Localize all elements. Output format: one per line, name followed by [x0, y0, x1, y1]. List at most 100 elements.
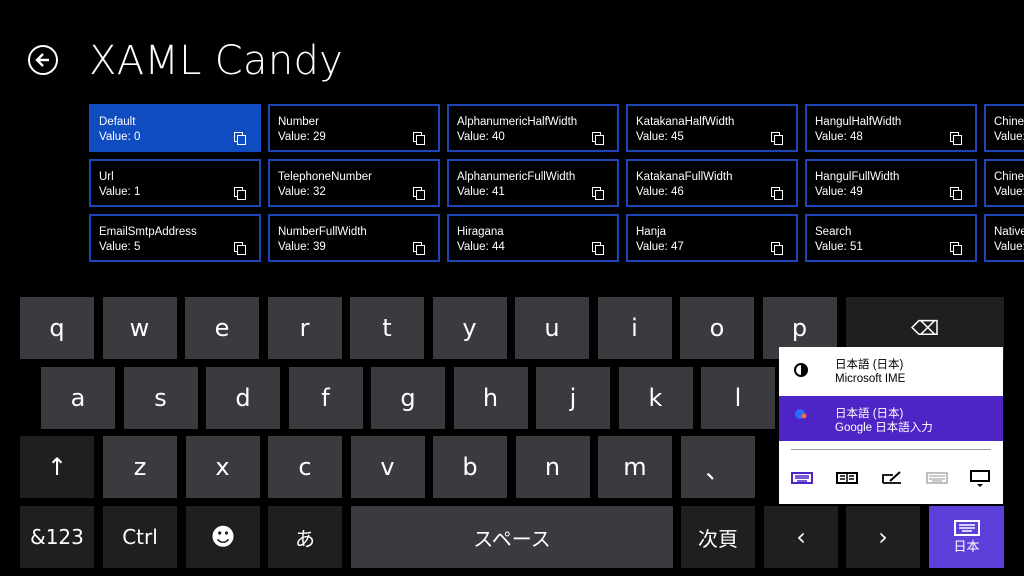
- ctrl-key[interactable]: Ctrl: [103, 506, 177, 568]
- key-j[interactable]: j: [536, 367, 610, 429]
- key-k[interactable]: k: [618, 367, 693, 429]
- input-scope-tile[interactable]: KatakanaFullWidth Value: 46: [626, 159, 798, 207]
- tile-name: Chines: [994, 116, 1024, 128]
- input-scope-tile[interactable]: Default Value: 0: [89, 104, 261, 152]
- input-scope-tile[interactable]: EmailSmtpAddress Value: 5: [89, 214, 261, 262]
- input-scope-tile[interactable]: Hiragana Value: 44: [447, 214, 619, 262]
- tile-name: KatakanaFullWidth: [636, 171, 733, 183]
- space-key[interactable]: スペース: [351, 506, 673, 568]
- key-v[interactable]: v: [350, 436, 425, 498]
- ime-item-google[interactable]: 日本語 (日本) Google 日本語入力: [779, 396, 1003, 441]
- key-l[interactable]: l: [701, 367, 775, 429]
- tile-name: Hiragana: [457, 226, 504, 238]
- input-scope-tile[interactable]: Search Value: 51: [805, 214, 977, 262]
- key-e[interactable]: e: [185, 297, 259, 359]
- tile-value: Value:: [994, 241, 1024, 253]
- input-scope-tile[interactable]: Native Value:: [984, 214, 1024, 262]
- input-scope-tile[interactable]: Chines Value:: [984, 104, 1024, 152]
- copy-icon[interactable]: [413, 242, 425, 255]
- copy-icon[interactable]: [413, 187, 425, 200]
- tile-name: TelephoneNumber: [278, 171, 372, 183]
- copy-icon[interactable]: [771, 187, 783, 200]
- popup-divider: [791, 449, 991, 450]
- key-y[interactable]: y: [432, 297, 507, 359]
- tile-value: Value:: [994, 131, 1024, 143]
- ime-item-name: Google 日本語入力: [835, 422, 933, 434]
- key-c[interactable]: c: [268, 436, 342, 498]
- key-w[interactable]: w: [102, 297, 177, 359]
- dock-keyboard-icon[interactable]: [969, 469, 991, 489]
- tile-name: NumberFullWidth: [278, 226, 367, 238]
- key-x[interactable]: x: [185, 436, 260, 498]
- copy-icon[interactable]: [771, 242, 783, 255]
- tile-value: Value:: [994, 186, 1024, 198]
- key-g[interactable]: g: [371, 367, 445, 429]
- input-scope-tile[interactable]: NumberFullWidth Value: 39: [268, 214, 440, 262]
- symbols-key[interactable]: &123: [20, 506, 94, 568]
- tile-name: Hanja: [636, 226, 667, 238]
- copy-icon[interactable]: [592, 187, 604, 200]
- tile-name: KatakanaHalfWidth: [636, 116, 735, 128]
- tile-name: Url: [99, 171, 114, 183]
- input-scope-tile[interactable]: Hanja Value: 47: [626, 214, 798, 262]
- left-arrow-key[interactable]: ‹: [764, 506, 838, 568]
- copy-icon[interactable]: [771, 132, 783, 145]
- copy-icon[interactable]: [234, 187, 246, 200]
- input-scope-tile[interactable]: Url Value: 1: [89, 159, 261, 207]
- standard-keyboard-icon[interactable]: [791, 471, 813, 485]
- language-label: 日本: [953, 539, 980, 555]
- copy-icon[interactable]: [592, 242, 604, 255]
- tile-name: HangulFullWidth: [815, 171, 900, 183]
- copy-icon[interactable]: [234, 242, 246, 255]
- handwriting-icon[interactable]: [881, 471, 903, 485]
- full-keyboard-icon[interactable]: [926, 471, 948, 485]
- language-key[interactable]: 日本: [929, 506, 1004, 568]
- input-scope-tile[interactable]: AlphanumericHalfWidth Value: 40: [447, 104, 619, 152]
- emoji-key[interactable]: ☻: [186, 506, 260, 568]
- split-keyboard-icon[interactable]: [836, 471, 858, 485]
- key-h[interactable]: h: [453, 367, 528, 429]
- next-page-key[interactable]: 次頁: [681, 506, 755, 568]
- input-scope-tile[interactable]: HangulFullWidth Value: 49: [805, 159, 977, 207]
- copy-icon[interactable]: [950, 187, 962, 200]
- shift-key[interactable]: ↑: [20, 436, 94, 498]
- input-scope-tile[interactable]: HangulHalfWidth Value: 48: [805, 104, 977, 152]
- copy-icon[interactable]: [592, 132, 604, 145]
- input-scope-tile[interactable]: TelephoneNumber Value: 32: [268, 159, 440, 207]
- input-scope-tile[interactable]: AlphanumericFullWidth Value: 41: [447, 159, 619, 207]
- right-arrow-key[interactable]: ›: [846, 506, 920, 568]
- key-q[interactable]: q: [20, 297, 94, 359]
- key-m[interactable]: m: [598, 436, 672, 498]
- copy-icon[interactable]: [950, 132, 962, 145]
- key-o[interactable]: o: [680, 297, 754, 359]
- key-t[interactable]: t: [350, 297, 424, 359]
- key-r[interactable]: r: [267, 297, 342, 359]
- input-scope-grid: Default Value: 0 Url Value: 1 EmailSmtpAddre…: [89, 104, 1024, 264]
- key-d[interactable]: d: [206, 367, 280, 429]
- key-f[interactable]: f: [288, 367, 363, 429]
- input-scope-tile[interactable]: Chines Value:: [984, 159, 1024, 207]
- key-i[interactable]: i: [597, 297, 672, 359]
- copy-icon[interactable]: [234, 132, 246, 145]
- copy-icon[interactable]: [950, 242, 962, 255]
- key-a[interactable]: a: [41, 367, 115, 429]
- back-button[interactable]: [28, 45, 58, 75]
- key-b[interactable]: b: [433, 436, 507, 498]
- key-comma-jp[interactable]: 、: [680, 436, 755, 498]
- input-scope-tile[interactable]: Number Value: 29: [268, 104, 440, 152]
- key-n[interactable]: n: [515, 436, 590, 498]
- ime-item-microsoft[interactable]: 日本語 (日本) Microsoft IME: [779, 347, 1003, 392]
- back-arrow-icon: [35, 53, 49, 67]
- keyboard-icon: [953, 519, 980, 536]
- tile-name: Native: [994, 226, 1024, 238]
- key-z[interactable]: z: [103, 436, 177, 498]
- tile-name: AlphanumericHalfWidth: [457, 116, 578, 128]
- kana-key[interactable]: あ: [268, 506, 342, 568]
- ime-item-language: 日本語 (日本): [835, 359, 904, 371]
- key-u[interactable]: u: [515, 297, 589, 359]
- key-s[interactable]: s: [123, 367, 198, 429]
- copy-icon[interactable]: [413, 132, 425, 145]
- page-title: XAML Candy: [89, 38, 344, 84]
- microsoft-ime-icon: [794, 363, 808, 377]
- input-scope-tile[interactable]: KatakanaHalfWidth Value: 45: [626, 104, 798, 152]
